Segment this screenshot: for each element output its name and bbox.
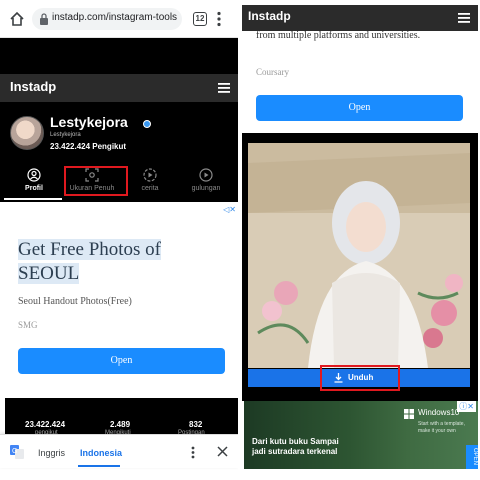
translate-source-language[interactable]: Inggris [38,448,65,458]
profile-handle: Lestykejora [50,132,81,138]
ad-title: Get Free Photos of SEOUL [18,238,218,286]
kebab-menu-icon[interactable] [217,11,221,27]
reels-icon [199,168,213,182]
svg-text:G: G [12,448,17,455]
hamburger-menu-icon[interactable] [458,13,470,23]
avatar [10,116,44,150]
site-header: Instadp [242,5,478,31]
ad-subtext: Start with a template, make it your own [418,421,465,434]
home-icon[interactable] [9,11,25,27]
ad-choices-icon[interactable]: ⓘ✕ [457,401,476,412]
right-screenshot: Instadp from multiple platforms and univ… [242,0,478,480]
ad-title-line2: SEOUL [18,263,80,284]
ad-open-button[interactable]: Open [18,348,225,374]
tab-gulungan[interactable]: gulungan [178,164,234,200]
story-icon [143,168,157,182]
site-logo[interactable]: Instadp [10,79,56,94]
windows-logo-icon [404,409,414,419]
ad-description: Seoul Handout Photos(Free) [18,296,132,307]
ad-card-source: Coursary [256,67,289,77]
profile-followers: 23.422.424 Pengikut [50,142,127,151]
site-logo[interactable]: Instadp [248,9,291,23]
tab-switcher-button[interactable]: 12 [193,12,207,26]
left-screenshot: instadp.com/instagram-tools 12 Instadp L… [0,0,238,480]
active-tab-indicator [4,198,62,200]
stat-following-value: 2.489 [110,420,131,429]
close-icon[interactable] [217,446,228,457]
profile-photo-fullsize[interactable] [248,143,470,368]
ad-card-open-button[interactable]: Open [256,95,463,121]
verified-badge-icon [143,120,151,128]
translate-bar: G Inggris Indonesia [0,434,238,468]
profile-stats: 23.422.424 pengikut 2.489 Mengikuti 832 … [5,398,238,436]
ad-banner-bottom[interactable]: ⓘ✕ Windows10 Start with a template, make… [244,401,478,469]
highlight-box-fullsize [64,166,128,196]
profile-username: Lestykejora [50,114,128,130]
ad-title-line1: Get Free Photos of [18,239,162,260]
tab-profil[interactable]: Profil [6,164,62,200]
browser-toolbar: instadp.com/instagram-tools 12 [0,0,238,38]
ad-headline: Dari kutu buku Sampai jadi sutradara ter… [252,437,339,456]
stat-posts-value: 832 [189,420,203,429]
lock-icon [40,13,48,25]
tab-label: cerita [141,185,159,192]
site-header: Instadp [0,74,238,102]
translate-target-language[interactable]: Indonesia [80,448,122,458]
ad-source: SMG [18,320,38,330]
ad-banner[interactable]: ◁✕ Get Free Photos of SEOUL Seoul Handou… [0,202,238,398]
address-bar[interactable]: instadp.com/instagram-tools [32,8,182,30]
stat-followers-value: 23.422.424 [25,420,66,429]
tab-label: gulungan [191,185,221,192]
translate-options-icon[interactable] [191,446,195,459]
ad-side-tab[interactable]: OPEN [466,445,478,469]
highlight-box-download [320,365,400,391]
url-text: instadp.com/instagram-tools [52,12,178,23]
ad-brand: Windows10 [418,408,460,417]
ad-choices-icon[interactable]: ◁✕ [223,205,236,214]
photo-illustration [248,143,470,368]
hamburger-menu-icon[interactable] [218,83,230,93]
tab-label: Profil [25,185,43,192]
language-selected-indicator [78,465,120,467]
google-translate-icon: G [10,445,24,459]
ad-card-text: from multiple platforms and universities… [256,30,421,41]
page-top-area [0,38,238,74]
user-circle-icon [27,168,41,182]
tab-cerita[interactable]: cerita [122,164,178,200]
